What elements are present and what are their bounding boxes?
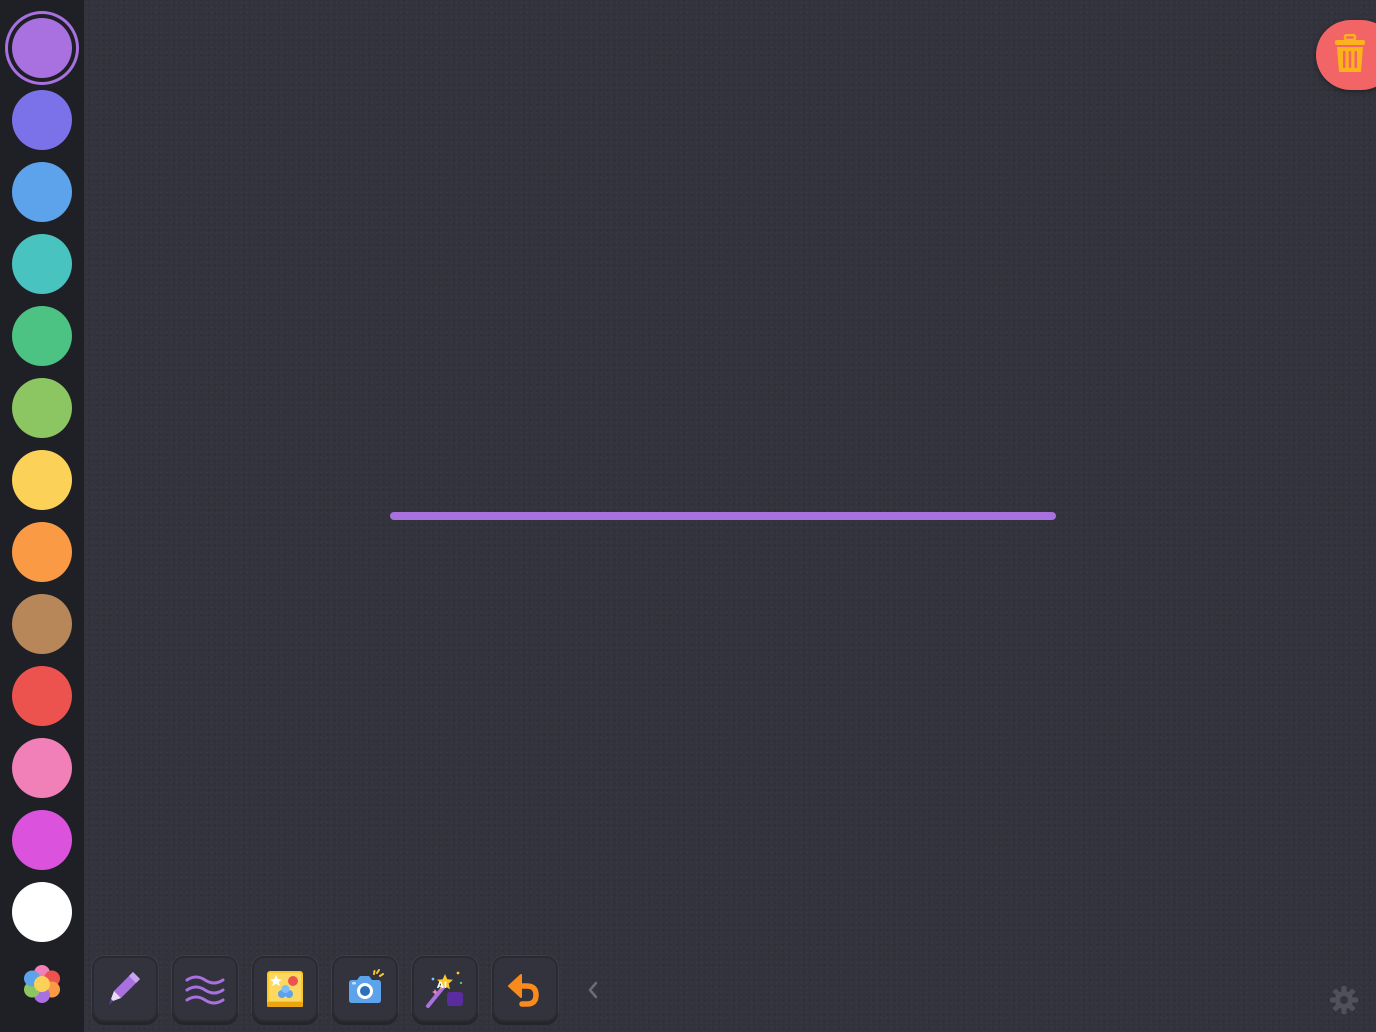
swatch-magenta[interactable] bbox=[12, 810, 72, 870]
ai-magic-button[interactable]: AI bbox=[412, 956, 478, 1022]
settings-button[interactable] bbox=[1328, 984, 1360, 1016]
swatch-orange[interactable] bbox=[12, 522, 72, 582]
swatch-yellow[interactable] bbox=[12, 450, 72, 510]
stickers-button[interactable] bbox=[252, 956, 318, 1022]
swatch-red[interactable] bbox=[12, 666, 72, 726]
pen-tool-button[interactable] bbox=[92, 956, 158, 1022]
chevron-left-icon bbox=[582, 981, 604, 1008]
undo-button[interactable] bbox=[492, 956, 558, 1022]
gear-icon bbox=[1328, 986, 1360, 1020]
swatch-pink[interactable] bbox=[12, 738, 72, 798]
swatch-green[interactable] bbox=[12, 306, 72, 366]
swatch-lime[interactable] bbox=[12, 378, 72, 438]
swatch-teal[interactable] bbox=[12, 234, 72, 294]
ai-badge-label: AI bbox=[436, 981, 448, 991]
swatch-purple[interactable] bbox=[12, 18, 72, 78]
collapse-toolbar-button[interactable] bbox=[582, 976, 604, 1004]
swatch-indigo[interactable] bbox=[12, 90, 72, 150]
swatch-brown[interactable] bbox=[12, 594, 72, 654]
brush-tool-button[interactable] bbox=[172, 956, 238, 1022]
swatch-white[interactable] bbox=[12, 882, 72, 942]
color-palette bbox=[0, 0, 84, 1032]
color-wheel-icon[interactable] bbox=[12, 954, 72, 1014]
camera-button[interactable] bbox=[332, 956, 398, 1022]
swatch-blue[interactable] bbox=[12, 162, 72, 222]
drawn-stroke bbox=[390, 512, 1056, 520]
